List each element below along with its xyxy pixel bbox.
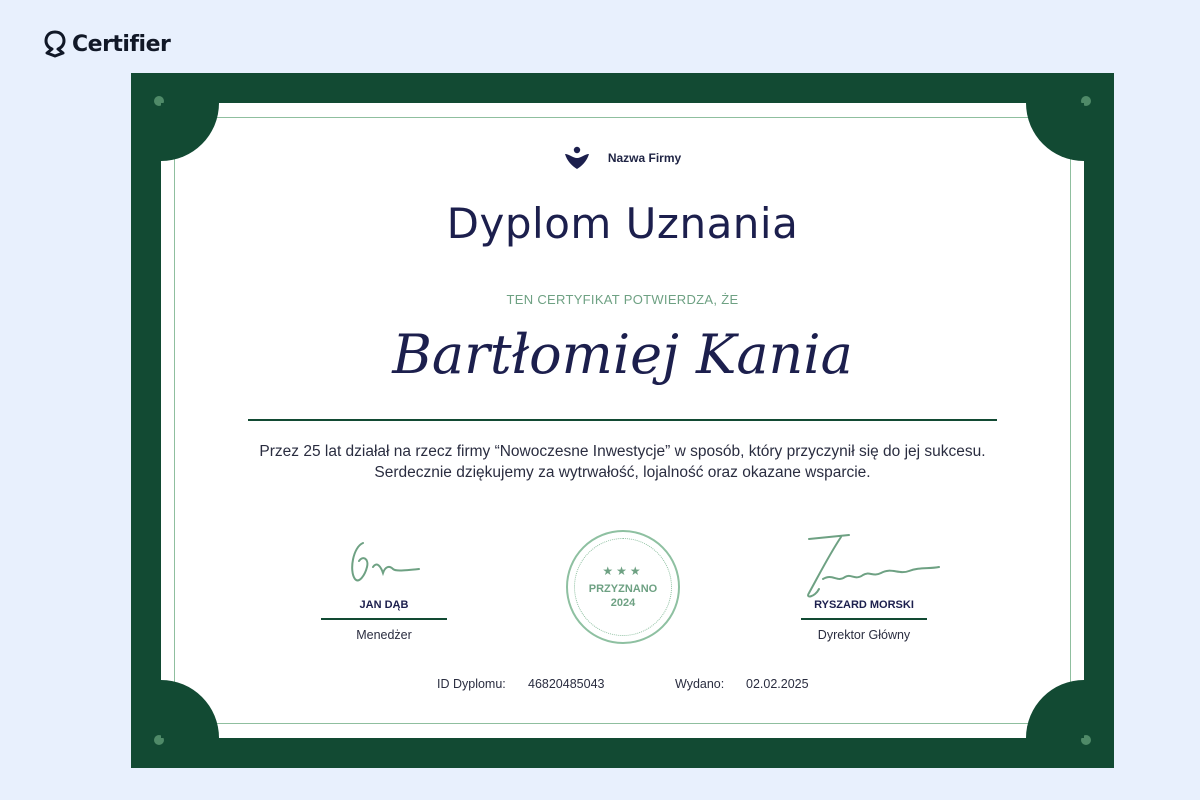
- signature-line: [321, 618, 447, 620]
- signature-block-manager: JAN DĄB Menedżer: [294, 531, 474, 642]
- company-heart-logo-icon: [564, 146, 589, 169]
- diploma-id-label: ID Dyplomu:: [437, 677, 506, 691]
- brand-header: Certifier: [44, 30, 171, 58]
- handwritten-signature: [807, 534, 940, 598]
- award-seal-inner: ★★★ PRZYZNANO 2024: [574, 538, 672, 636]
- signature-line: [801, 618, 927, 620]
- seal-label: PRZYZNANO: [588, 583, 658, 595]
- issued-date-value: 02.02.2025: [746, 677, 809, 691]
- signature-block-director: RYSZARD MORSKI Dyrektor Główny: [774, 531, 954, 642]
- diploma-id-value: 46820485043: [528, 677, 605, 691]
- brand-name: Certifier: [72, 31, 171, 57]
- seal-year: 2024: [610, 597, 636, 609]
- certificate-title: Dyplom Uznania: [446, 199, 799, 248]
- certificate: Nazwa Firmy Dyplom Uznania TEN CERTYFIKA…: [131, 73, 1114, 768]
- signer-name: JAN DĄB: [359, 599, 409, 611]
- signer-role: Dyrektor Główny: [817, 628, 911, 642]
- signer-name: RYSZARD MORSKI: [814, 599, 914, 611]
- company-name: Nazwa Firmy: [607, 151, 682, 165]
- certificate-body: Przez 25 lat działał na rzecz firmy “Now…: [259, 443, 986, 481]
- recipient-name: Bartłomiej Kania: [392, 323, 853, 386]
- company-header: Nazwa Firmy: [131, 146, 1114, 170]
- certifier-logo-icon: [44, 30, 66, 58]
- recipient-underline: [248, 419, 997, 421]
- star-icons: ★★★: [602, 564, 644, 578]
- issued-date-label: Wydano:: [675, 677, 725, 691]
- signer-role: Menedżer: [356, 628, 412, 642]
- award-seal: ★★★ PRZYZNANO 2024: [566, 530, 680, 644]
- certificate-subtitle: TEN CERTYFIKAT POTWIERDZA, ŻE: [506, 292, 739, 307]
- handwritten-signature: [351, 542, 420, 582]
